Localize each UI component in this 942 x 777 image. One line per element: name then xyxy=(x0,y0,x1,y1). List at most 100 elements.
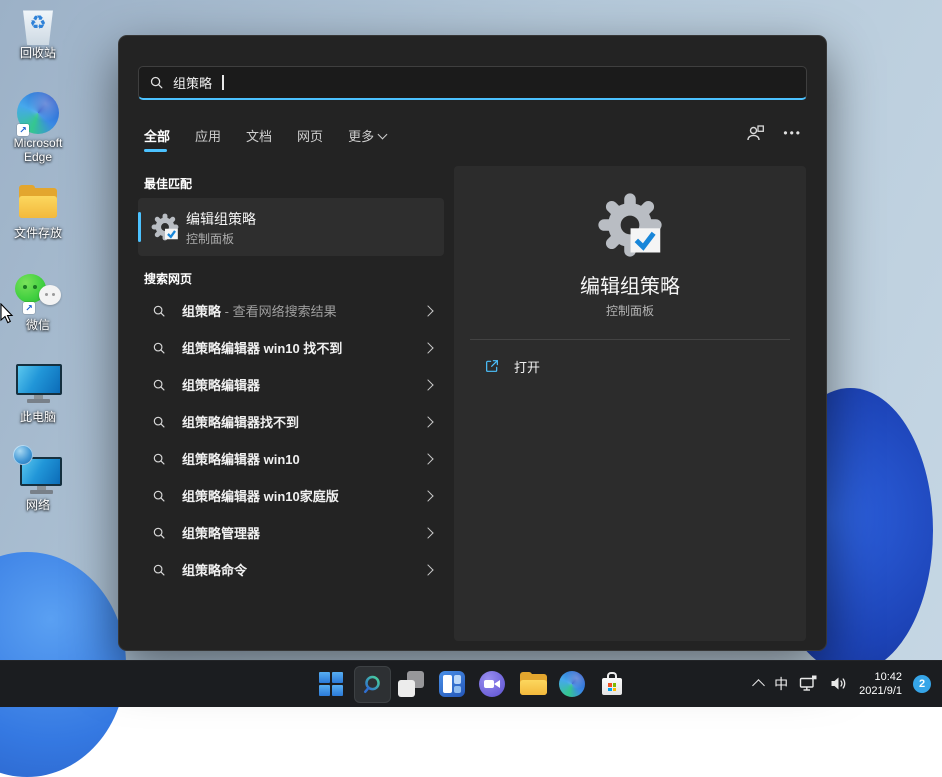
active-tab-indicator xyxy=(144,149,167,152)
microsoft-flag-icon xyxy=(608,683,616,691)
desktop-icon-label: 网络 xyxy=(0,498,76,512)
tab-more[interactable]: 更多 xyxy=(348,126,386,145)
search-icon xyxy=(152,378,166,392)
suggestion-query: 组策略命令 xyxy=(182,563,247,578)
mouse-cursor xyxy=(0,303,14,324)
system-tray: 中 10:42 2021/9/1 2 xyxy=(754,660,942,707)
tab-documents[interactable]: 文档 xyxy=(246,126,272,145)
search-icon xyxy=(152,452,166,466)
tab-web[interactable]: 网页 xyxy=(297,126,323,145)
volume-tray-icon[interactable] xyxy=(829,674,848,693)
search-flyout-panel: 组策略 全部 应用 文档 网页 更多 ••• 最佳匹配 xyxy=(118,35,827,651)
suggestion-query: 组策略 xyxy=(182,304,221,319)
desktop-icon-network[interactable]: 网络 xyxy=(0,452,76,512)
search-icon xyxy=(152,563,166,577)
widgets-button[interactable] xyxy=(439,671,465,697)
chat-button[interactable] xyxy=(479,671,505,697)
suggestion-text: 组策略编辑器 win10 xyxy=(182,449,408,468)
chevron-down-icon xyxy=(378,129,388,139)
tab-apps[interactable]: 应用 xyxy=(195,126,221,145)
desktop-icon-this-pc[interactable]: 此电脑 xyxy=(0,364,76,424)
more-options-icon[interactable]: ••• xyxy=(783,126,802,140)
chevron-right-icon[interactable] xyxy=(422,379,433,390)
chevron-right-icon[interactable] xyxy=(422,527,433,538)
best-match-result[interactable]: 编辑组策略 控制面板 xyxy=(138,198,444,256)
globe-icon xyxy=(13,445,33,465)
best-match-title: 编辑组策略 xyxy=(186,209,256,229)
chevron-right-icon[interactable] xyxy=(422,416,433,427)
open-external-icon xyxy=(484,358,500,374)
search-icon xyxy=(361,673,384,696)
desktop-icon-recycle-bin[interactable]: ♻ 回收站 xyxy=(0,6,76,60)
tab-all[interactable]: 全部 xyxy=(144,126,170,145)
shortcut-arrow-icon: ↗ xyxy=(17,124,29,136)
result-preview-pane: 编辑组策略 控制面板 打开 xyxy=(454,166,806,641)
web-search-list: 组策略 - 查看网络搜索结果 组策略编辑器 win10 找不到 组策略编辑器 组… xyxy=(138,292,444,588)
wechat-icon: ↗ xyxy=(13,272,63,314)
open-label: 打开 xyxy=(514,357,540,376)
search-suggestion-row[interactable]: 组策略管理器 xyxy=(138,514,444,551)
search-icon xyxy=(149,75,164,90)
suggestion-suffix: - 查看网络搜索结果 xyxy=(221,304,337,319)
search-icon xyxy=(152,415,166,429)
suggestion-query: 组策略编辑器 win10 xyxy=(182,452,300,467)
edge-icon: ↗ xyxy=(17,92,59,136)
suggestion-query: 组策略编辑器 xyxy=(182,378,260,393)
suggestion-query: 组策略管理器 xyxy=(182,526,260,541)
desktop-icon-label: 回收站 xyxy=(0,46,76,60)
search-suggestion-row[interactable]: 组策略命令 xyxy=(138,551,444,588)
search-suggestion-row[interactable]: 组策略 - 查看网络搜索结果 xyxy=(138,292,444,329)
section-web-search: 搜索网页 xyxy=(144,270,192,287)
taskbar-search-button[interactable] xyxy=(354,666,391,703)
suggestion-text: 组策略管理器 xyxy=(182,523,408,542)
account-icon[interactable] xyxy=(746,124,765,142)
search-icon xyxy=(152,489,166,503)
group-policy-gear-icon xyxy=(151,213,179,241)
recycle-bin-icon: ♻ xyxy=(19,6,57,46)
edge-taskbar-button[interactable] xyxy=(559,671,585,697)
best-match-subtitle: 控制面板 xyxy=(186,230,234,247)
tray-date: 2021/9/1 xyxy=(859,685,902,697)
chevron-right-icon[interactable] xyxy=(422,342,433,353)
text-caret xyxy=(222,75,224,90)
open-action[interactable]: 打开 xyxy=(470,348,790,384)
divider xyxy=(470,339,790,340)
network-tray-icon[interactable] xyxy=(799,674,818,693)
chevron-right-icon[interactable] xyxy=(422,305,433,316)
suggestion-text: 组策略编辑器找不到 xyxy=(182,412,408,431)
file-explorer-button[interactable] xyxy=(519,671,547,697)
clock[interactable]: 10:42 2021/9/1 xyxy=(859,670,902,698)
search-suggestion-row[interactable]: 组策略编辑器 win10家庭版 xyxy=(138,477,444,514)
search-suggestion-row[interactable]: 组策略编辑器 win10 xyxy=(138,440,444,477)
tray-chevron-up-icon[interactable] xyxy=(752,679,765,692)
search-icon xyxy=(152,304,166,318)
chevron-right-icon[interactable] xyxy=(422,453,433,464)
widgets-icon xyxy=(443,675,452,693)
notification-badge[interactable]: 2 xyxy=(913,675,931,693)
chevron-right-icon[interactable] xyxy=(422,564,433,575)
preview-title: 编辑组策略 xyxy=(454,270,806,299)
search-suggestion-row[interactable]: 组策略编辑器 xyxy=(138,366,444,403)
store-button[interactable] xyxy=(599,671,625,697)
video-camera-icon xyxy=(484,680,494,688)
task-view-button[interactable] xyxy=(398,671,424,697)
this-pc-icon xyxy=(16,364,60,406)
desktop-icon-folder[interactable]: 文件存放 xyxy=(0,188,76,240)
desktop-icon-edge[interactable]: ↗ Microsoft Edge xyxy=(0,92,76,165)
search-icon xyxy=(152,526,166,540)
search-suggestion-row[interactable]: 组策略编辑器 win10 找不到 xyxy=(138,329,444,366)
ime-indicator[interactable]: 中 xyxy=(774,674,788,694)
desktop-icon-label: 文件存放 xyxy=(0,226,76,240)
folder-icon xyxy=(18,188,58,220)
suggestion-text: 组策略 - 查看网络搜索结果 xyxy=(182,301,408,320)
search-suggestion-row[interactable]: 组策略编辑器找不到 xyxy=(138,403,444,440)
search-icon xyxy=(152,341,166,355)
suggestion-text: 组策略编辑器 xyxy=(182,375,408,394)
start-button[interactable] xyxy=(318,671,344,697)
selection-accent-bar xyxy=(138,212,141,242)
chevron-right-icon[interactable] xyxy=(422,490,433,501)
network-icon xyxy=(16,452,60,494)
search-input[interactable]: 组策略 xyxy=(138,66,807,100)
suggestion-text: 组策略编辑器 win10 找不到 xyxy=(182,338,408,357)
group-policy-gear-icon xyxy=(597,192,663,258)
